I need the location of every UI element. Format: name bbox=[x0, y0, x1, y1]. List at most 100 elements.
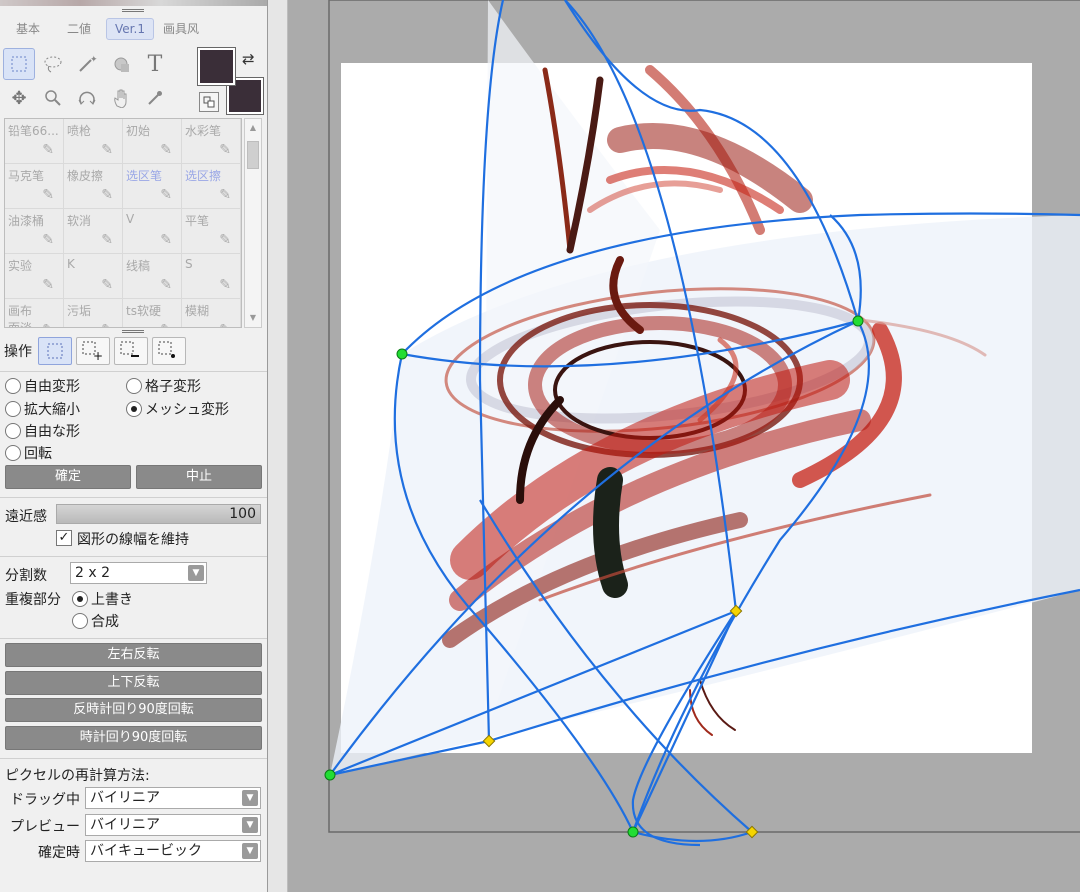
tab-paint-style[interactable]: 画具风 bbox=[157, 18, 205, 40]
radio-label: 格子変形 bbox=[145, 379, 201, 395]
brush-cell[interactable]: 模糊 ✎ bbox=[182, 299, 241, 327]
brush-cell[interactable]: 选区笔 ✎ bbox=[123, 164, 182, 209]
select-intersect-button[interactable] bbox=[152, 337, 186, 365]
resample-confirm-label: 確定時 bbox=[38, 845, 80, 861]
brush-cell[interactable]: 软消 ✎ bbox=[64, 209, 123, 254]
scroll-up-icon[interactable]: ▲ bbox=[247, 121, 259, 135]
mesh-node[interactable] bbox=[627, 826, 639, 838]
magic-wand-icon[interactable]: ✦ bbox=[71, 48, 103, 80]
radio-grid-transform[interactable]: 格子変形 bbox=[126, 376, 201, 396]
brush-cell[interactable]: ts软硬 ✎ bbox=[123, 299, 182, 327]
resample-preview-select[interactable]: バイリニア ▼ bbox=[85, 814, 261, 836]
tab-ver1[interactable]: Ver.1 bbox=[106, 18, 154, 40]
perspective-label: 遠近感 bbox=[5, 509, 47, 525]
brush-cell[interactable]: 污垢 ✎ bbox=[64, 299, 123, 327]
radio-composite[interactable]: 合成 bbox=[72, 611, 119, 631]
panel-splitter[interactable] bbox=[268, 0, 288, 892]
divisions-select[interactable]: 2 x 2 ▼ bbox=[70, 562, 207, 584]
blur-icon: ✎ bbox=[219, 322, 231, 327]
scroll-thumb[interactable] bbox=[247, 141, 259, 169]
chevron-down-icon: ▼ bbox=[242, 843, 258, 859]
reset-colors-icon[interactable] bbox=[199, 92, 219, 112]
mesh-node[interactable] bbox=[396, 348, 408, 360]
tab-basic[interactable]: 基本 bbox=[4, 18, 52, 40]
flip-horizontal-button[interactable]: 左右反転 bbox=[5, 643, 262, 667]
eyedropper-icon[interactable] bbox=[139, 82, 171, 114]
radio-mesh-transform[interactable]: メッシュ変形 bbox=[126, 399, 229, 419]
cancel-button[interactable]: 中止 bbox=[136, 465, 262, 489]
radio-overwrite[interactable]: 上書き bbox=[72, 589, 133, 609]
brush-cell[interactable]: V ✎ bbox=[123, 209, 182, 254]
divider bbox=[0, 556, 267, 557]
brush-label: K bbox=[67, 257, 75, 271]
brush-label: 初始 bbox=[126, 124, 151, 138]
chevron-down-icon: ▼ bbox=[242, 790, 258, 806]
rect-select-icon[interactable] bbox=[3, 48, 35, 80]
lasso-icon[interactable] bbox=[37, 48, 69, 80]
brush-cell[interactable]: S ✎ bbox=[182, 254, 241, 299]
brush-scrollbar[interactable]: ▲ ▼ bbox=[244, 118, 262, 328]
select-add-button[interactable]: + bbox=[76, 337, 110, 365]
brush-label: ts软硬 bbox=[126, 304, 161, 318]
rotate-cw-90-button[interactable]: 時計回り90度回転 bbox=[5, 726, 262, 750]
overlap-label: 重複部分 bbox=[5, 592, 61, 608]
panel-resize-grip[interactable] bbox=[122, 9, 144, 13]
brush-cell[interactable]: 初始 ✎ bbox=[123, 119, 182, 164]
resample-drag-select[interactable]: バイリニア ▼ bbox=[85, 787, 261, 809]
resample-title: ピクセルの再計算方法: bbox=[5, 768, 150, 784]
brush-cell[interactable]: 线稿 ✎ bbox=[123, 254, 182, 299]
pencil-icon: ✎ bbox=[42, 142, 54, 158]
rotate-ccw-90-button[interactable]: 反時計回り90度回転 bbox=[5, 698, 262, 722]
select-subtract-button[interactable] bbox=[114, 337, 148, 365]
flip-vertical-button[interactable]: 上下反転 bbox=[5, 671, 262, 695]
canvas-area[interactable] bbox=[288, 0, 1080, 892]
brush-label: S bbox=[185, 257, 193, 271]
tab-binary[interactable]: 二値 bbox=[55, 18, 103, 40]
brush-cell[interactable]: 选区擦 ✎ bbox=[182, 164, 241, 209]
swap-colors-icon[interactable]: ⇄ bbox=[242, 50, 255, 68]
hand-icon[interactable] bbox=[105, 82, 137, 114]
brush-label: V bbox=[126, 212, 135, 226]
divider bbox=[0, 758, 267, 759]
select-replace-button[interactable] bbox=[38, 337, 72, 365]
radio-rotate[interactable]: 回転 bbox=[5, 443, 52, 463]
rotate-view-icon[interactable] bbox=[71, 82, 103, 114]
brush-label: 马克笔 bbox=[8, 169, 45, 183]
radio-label: 回転 bbox=[24, 446, 52, 462]
panel-resize-grip-2[interactable] bbox=[122, 330, 144, 334]
brush-icon: ✎ bbox=[160, 142, 172, 158]
brush-cell[interactable]: 水彩笔 ✎ bbox=[182, 119, 241, 164]
resample-confirm-select[interactable]: バイキュービック ▼ bbox=[85, 840, 261, 862]
brush-label: 铅笔66... bbox=[8, 124, 59, 138]
canvas-view[interactable] bbox=[288, 0, 1080, 892]
brush-cell[interactable]: 画布 而淡 ✎ bbox=[5, 299, 64, 327]
brush-cell[interactable]: 橡皮擦 ✎ bbox=[64, 164, 123, 209]
move-icon[interactable]: ✥ bbox=[3, 82, 35, 114]
resample-drag-label: ドラッグ中 bbox=[10, 792, 80, 808]
keep-line-width-label: 図形の線幅を維持 bbox=[77, 532, 189, 548]
mesh-node[interactable] bbox=[324, 769, 336, 781]
scroll-down-icon[interactable]: ▼ bbox=[247, 311, 259, 325]
radio-free-shape[interactable]: 自由な形 bbox=[5, 421, 80, 441]
radio-scale[interactable]: 拡大縮小 bbox=[5, 399, 80, 419]
mesh-node[interactable] bbox=[852, 315, 864, 327]
brush-cell[interactable]: 实验 ✎ bbox=[5, 254, 64, 299]
text-icon[interactable]: T bbox=[139, 48, 171, 80]
perspective-slider[interactable]: 100 bbox=[56, 504, 261, 524]
confirm-button[interactable]: 確定 bbox=[5, 465, 131, 489]
select-pen-icon[interactable] bbox=[105, 48, 137, 80]
brush-cell[interactable]: 平笔 ✎ bbox=[182, 209, 241, 254]
brush-cell[interactable]: 马克笔 ✎ bbox=[5, 164, 64, 209]
brush-cell[interactable]: 喷枪 ✎ bbox=[64, 119, 123, 164]
zoom-icon[interactable] bbox=[37, 82, 69, 114]
selection-pen-icon: ✎ bbox=[160, 187, 172, 203]
brush-cell[interactable]: 油漆桶 ✎ bbox=[5, 209, 64, 254]
divider bbox=[0, 638, 267, 639]
keep-line-width-checkbox[interactable]: ✓ bbox=[56, 530, 72, 546]
radio-free-transform[interactable]: 自由変形 bbox=[5, 376, 80, 396]
brush-cell[interactable]: 铅笔66... ✎ bbox=[5, 119, 64, 164]
brush-label: 实验 bbox=[8, 259, 33, 273]
foreground-color-swatch[interactable] bbox=[198, 48, 235, 85]
radio-label: 合成 bbox=[91, 614, 119, 630]
brush-cell[interactable]: K ✎ bbox=[64, 254, 123, 299]
